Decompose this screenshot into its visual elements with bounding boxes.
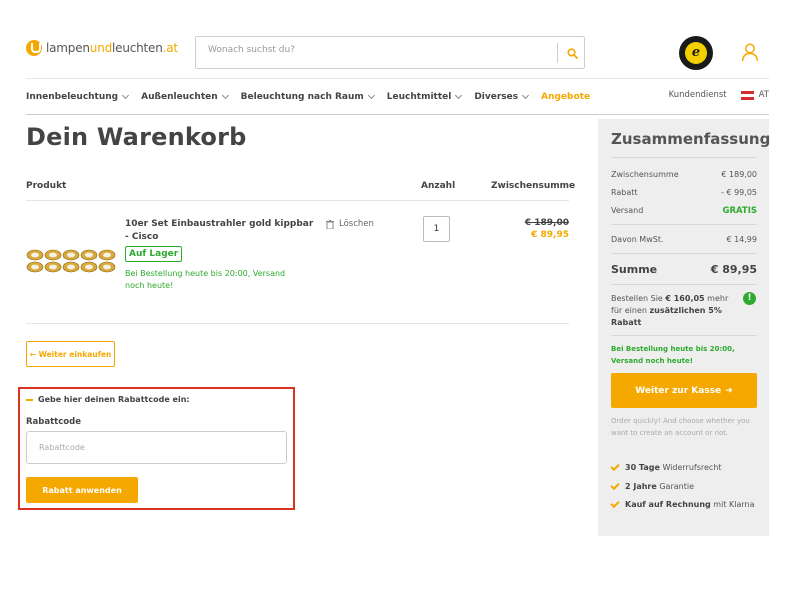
original-price: € 189,00 <box>524 218 569 228</box>
nav-label: Diverses <box>474 92 519 102</box>
nav-item-beleuchtung-nach-raum[interactable]: Beleuchtung nach Raum <box>240 90 375 104</box>
summary-row-label: Davon MwSt. <box>611 235 664 244</box>
nav-label: Außenleuchten <box>141 92 218 102</box>
stock-badge: Auf Lager <box>125 246 183 262</box>
checkmark-icon <box>610 461 620 471</box>
customer-service-link[interactable]: Kundendienst <box>669 90 727 100</box>
total-label: Summe <box>611 263 658 276</box>
nav-item-leuchtmittel[interactable]: Leuchtmittel <box>386 90 463 104</box>
search-button[interactable] <box>562 43 582 63</box>
nav-label: Beleuchtung nach Raum <box>240 92 364 102</box>
nav-label: Angebote <box>541 92 591 102</box>
collapse-dash-icon <box>26 398 33 401</box>
chevron-down-icon <box>522 91 530 100</box>
usp-invoice: Kauf auf Rechnung mit Klarna <box>610 498 761 509</box>
usp-text: 30 Tage Widerrufsrecht <box>625 463 722 472</box>
shipping-note: Bei Bestellung heute bis 20:00, Versand … <box>125 269 286 290</box>
discount-promo-text: Bestellen Sie € 160,05 mehr für einen zu… <box>611 294 729 327</box>
coupon-field-label: Rabattcode <box>26 417 81 427</box>
trusted-shops-badge[interactable]: e <box>679 36 713 70</box>
product-image[interactable] <box>26 248 116 274</box>
delete-label: Löschen <box>339 219 374 229</box>
info-icon[interactable]: ! <box>743 292 756 305</box>
usp-text: 2 Jahre Garantie <box>625 482 694 491</box>
summary-divider <box>611 335 757 336</box>
summary-divider <box>611 284 757 285</box>
summary-title: Zusammenfassung <box>611 130 771 148</box>
power-logo-icon <box>26 40 42 56</box>
product-divider <box>26 323 569 324</box>
nav-utility: Kundendienst AT <box>669 90 769 100</box>
main-nav: Innenbeleuchtung Außenleuchten Beleuchtu… <box>26 90 603 104</box>
summary-shipping-note: Bei Bestellung heute bis 20:00, Versand … <box>611 345 735 365</box>
coupon-code-input[interactable] <box>26 431 287 464</box>
column-header-quantity: Anzahl <box>421 181 456 191</box>
chevron-down-icon <box>221 91 229 100</box>
summary-divider <box>611 157 757 158</box>
site-header: lampenundleuchten.at e <box>0 0 800 78</box>
header-divider <box>26 78 769 79</box>
column-header-product: Produkt <box>26 181 67 191</box>
nav-item-innenbeleuchtung[interactable]: Innenbeleuchtung <box>26 90 130 104</box>
sale-price: € 89,95 <box>531 230 569 240</box>
trash-icon <box>326 219 334 229</box>
nav-divider <box>26 114 769 115</box>
checkmark-icon <box>610 480 620 490</box>
coupon-toggle[interactable]: Gebe hier deinen Rabattcode ein: <box>26 395 190 404</box>
logo-text: lampenundleuchten.at <box>46 41 178 55</box>
table-divider <box>26 200 569 201</box>
checkout-button[interactable]: Weiter zur Kasse ➜ <box>611 373 757 408</box>
summary-total: Summe € 89,95 <box>611 263 757 276</box>
order-note: Order quickly! And choose whether you wa… <box>611 417 750 437</box>
nav-label: Innenbeleuchtung <box>26 92 119 102</box>
chevron-down-icon <box>367 91 375 100</box>
summary-row-value: GRATIS <box>722 206 757 216</box>
nav-item-diverses[interactable]: Diverses <box>474 90 530 104</box>
country-label: AT <box>758 90 769 100</box>
summary-row-vat: Davon MwSt. € 14,99 <box>611 235 757 244</box>
summary-divider <box>611 253 757 254</box>
summary-row-shipping: Versand GRATIS <box>611 206 757 216</box>
chevron-down-icon <box>455 91 463 100</box>
search-divider <box>557 43 558 63</box>
summary-row-subtotal: Zwischensumme € 189,00 <box>611 170 757 179</box>
summary-row-label: Versand <box>611 206 644 215</box>
trusted-shops-e: e <box>685 42 707 64</box>
product-title[interactable]: 10er Set Einbaustrahler gold kippbar - C… <box>125 218 315 244</box>
usp-warranty: 2 Jahre Garantie <box>610 480 761 491</box>
summary-row-label: Zwischensumme <box>611 170 679 179</box>
checkout-label: Weiter zur Kasse <box>635 385 722 396</box>
summary-row-value: € 189,00 <box>721 170 757 179</box>
nav-item-angebote[interactable]: Angebote <box>541 90 590 104</box>
quantity-input[interactable] <box>423 216 450 242</box>
search-input[interactable] <box>208 45 548 55</box>
site-logo[interactable]: lampenundleuchten.at <box>26 40 178 56</box>
column-header-subtotal: Zwischensumme <box>491 181 576 191</box>
search-icon <box>566 47 578 59</box>
summary-row-value: € 14,99 <box>726 235 757 244</box>
chevron-down-icon <box>122 91 130 100</box>
continue-shopping-button[interactable]: ← Weiter einkaufen <box>26 341 115 367</box>
coupon-toggle-label: Gebe hier deinen Rabattcode ein: <box>38 395 190 404</box>
country-selector[interactable]: AT <box>740 90 769 100</box>
nav-label: Leuchtmittel <box>386 92 452 102</box>
summary-row-discount: Rabatt - € 99,05 <box>611 188 757 197</box>
delete-item-button[interactable]: Löschen <box>326 219 374 229</box>
arrow-right-icon: ➜ <box>725 385 733 396</box>
nav-item-aussenleuchten[interactable]: Außenleuchten <box>141 90 229 104</box>
search-bar <box>195 36 585 69</box>
austria-flag-icon <box>740 90 754 100</box>
page-title: Dein Warenkorb <box>26 123 247 151</box>
user-account-icon[interactable] <box>740 42 760 62</box>
usp-return-policy: 30 Tage Widerrufsrecht <box>610 461 761 472</box>
summary-divider <box>611 224 757 225</box>
checkmark-icon <box>610 498 620 508</box>
summary-row-label: Rabatt <box>611 188 638 197</box>
apply-coupon-button[interactable]: Rabatt anwenden <box>26 477 138 503</box>
total-value: € 89,95 <box>710 263 757 276</box>
summary-row-value: - € 99,05 <box>721 188 757 197</box>
usp-text: Kauf auf Rechnung mit Klarna <box>625 500 755 509</box>
